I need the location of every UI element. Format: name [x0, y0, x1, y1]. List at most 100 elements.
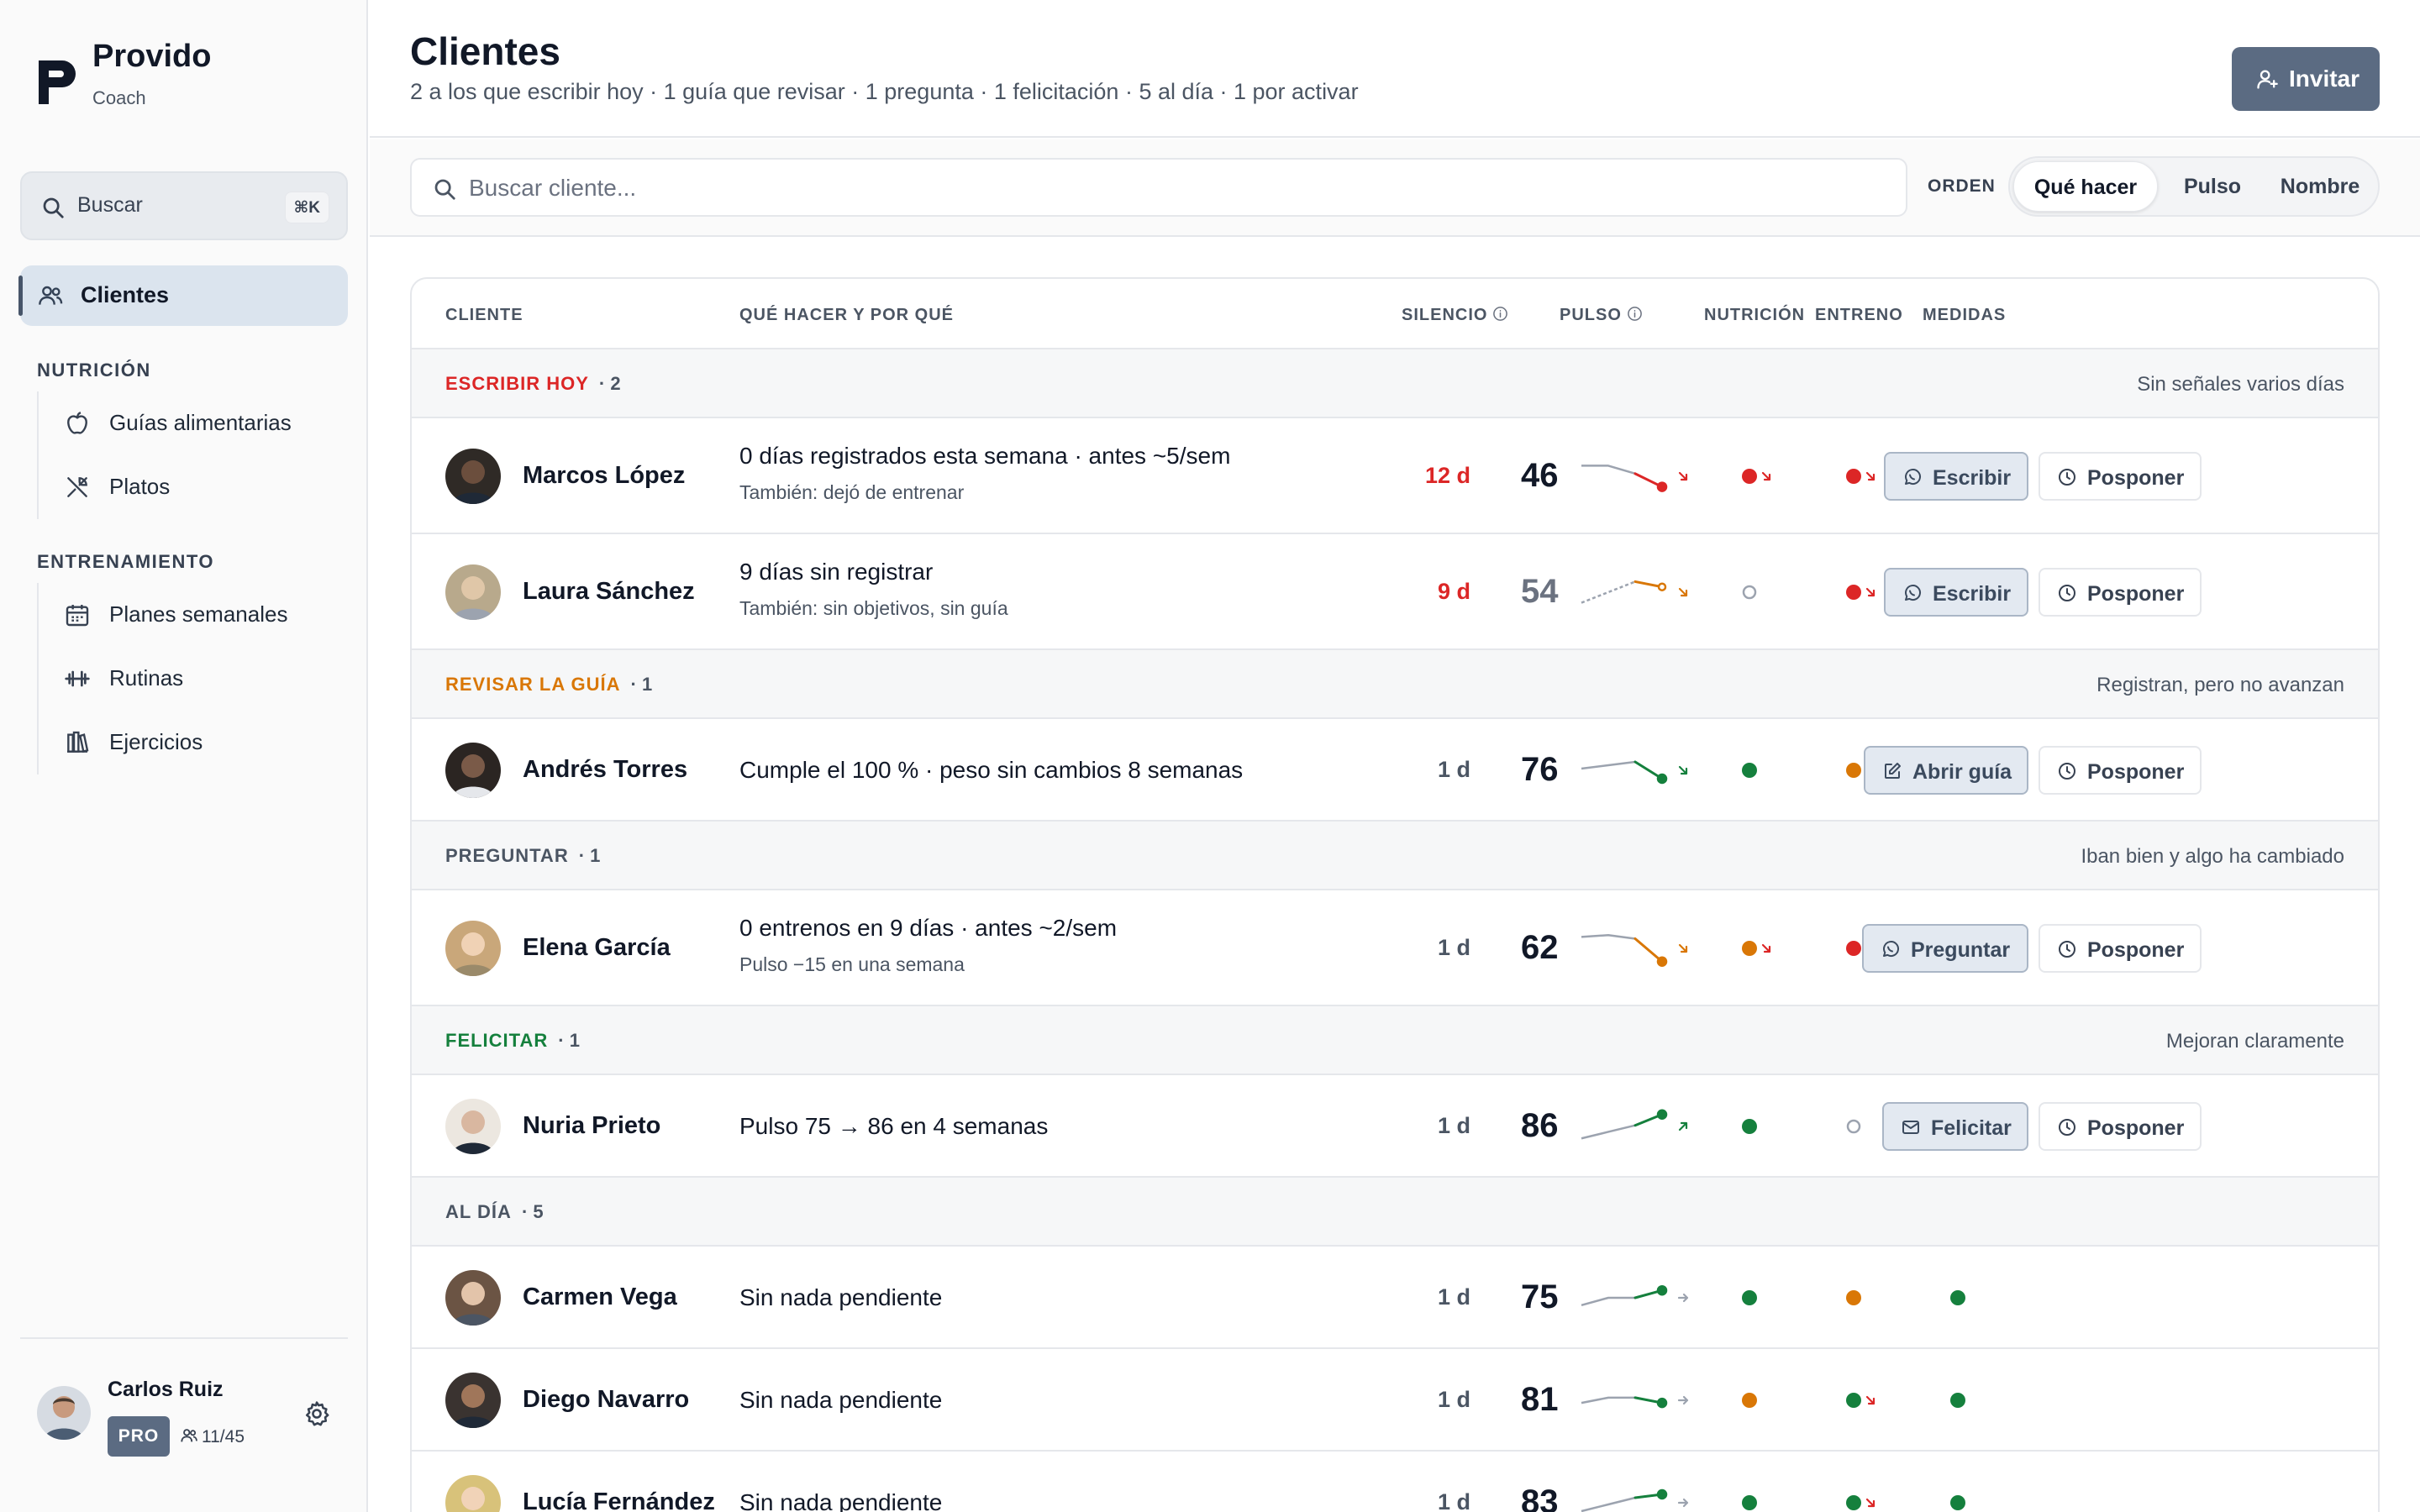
group-note: Mejoran claramente [2165, 1030, 2344, 1053]
action-reason: Pulso 75 → 86 en 4 semanas [739, 1113, 1049, 1139]
utensils-icon [67, 477, 87, 497]
invite-label: Invitar [2289, 66, 2360, 92]
table-row[interactable]: Nuria Prieto Pulso 75 → 86 en 4 semanas 1 … [412, 1075, 2378, 1178]
pulse-trend-sparkline [1581, 580, 1688, 604]
silence-days: 12 d [1424, 463, 1470, 488]
client-avatar[interactable] [445, 921, 501, 976]
user-name: Carlos Ruiz [108, 1378, 224, 1401]
client-avatar[interactable] [445, 1270, 501, 1326]
group-title: REVISAR LA GUÍA [445, 674, 621, 695]
action-reason: Sin nada pendiente [739, 1489, 943, 1512]
group-note: Sin señales varios días [2137, 373, 2344, 396]
pulse-score: 54 [1521, 573, 1559, 610]
info-icon[interactable] [1492, 306, 1508, 322]
group-header: AL DÍA · 5 [412, 1178, 2378, 1247]
sidebar-item-clientes[interactable]: Clientes [18, 265, 348, 326]
client-avatar[interactable] [445, 564, 501, 620]
primary-action-button[interactable]: Escribir [1884, 452, 2028, 501]
pulse-trend-sparkline [1581, 1488, 1689, 1512]
group-note: Iban bien y algo ha cambiado [2081, 845, 2344, 868]
sort-option-que-hacer[interactable]: Qué hacer [2013, 161, 2158, 212]
sort-option-pulso[interactable]: Pulso [2163, 161, 2262, 212]
group-title: FELICITAR [445, 1030, 549, 1051]
silence-days: 1 d [1437, 757, 1470, 782]
calendar-icon [66, 605, 89, 627]
user-avatar[interactable] [37, 1386, 91, 1440]
table-row[interactable]: Laura Sánchez 9 días sin registrar También… [412, 534, 2378, 650]
group-header: ESCRIBIR HOY · 2 Sin señales varios días [412, 349, 2378, 418]
table-row[interactable]: Elena García 0 entrenos en 9 días · antes… [412, 890, 2378, 1006]
sidebar-item-platos[interactable]: Platos [39, 455, 348, 519]
client-name[interactable]: Laura Sánchez [523, 578, 695, 606]
postpone-button[interactable]: Posponer [2039, 452, 2202, 501]
primary-action-button[interactable]: Abrir guía [1864, 746, 2028, 795]
action-reason: Cumple el 100 % · peso sin cambios 8 sem… [739, 757, 1244, 783]
sidebar-item-ejercicios[interactable]: Ejercicios [39, 711, 348, 774]
training-status-icon [1846, 1495, 1876, 1510]
app-name: Provido [92, 39, 212, 74]
client-name[interactable]: Carmen Vega [523, 1284, 677, 1311]
clock-icon [2059, 1119, 2075, 1136]
client-search[interactable] [410, 158, 1907, 217]
trend-arrow-icon [1677, 1293, 1689, 1303]
client-name[interactable]: Lucía Fernández [523, 1488, 715, 1512]
client-name[interactable]: Nuria Prieto [523, 1112, 660, 1140]
sidebar-search-button[interactable]: Buscar ⌘K [20, 171, 348, 240]
info-icon[interactable] [1627, 306, 1643, 322]
client-name[interactable]: Elena García [523, 934, 671, 962]
library-icon [67, 731, 89, 753]
order-label: ORDEN [1928, 176, 1996, 196]
pulse-score: 86 [1521, 1107, 1559, 1144]
postpone-button[interactable]: Posponer [2039, 924, 2202, 973]
col-pulso[interactable]: PULSO [1560, 306, 1643, 325]
sparkline-endpoint [1656, 1284, 1668, 1296]
primary-action-button[interactable]: Preguntar [1862, 924, 2028, 973]
postpone-button[interactable]: Posponer [2039, 746, 2202, 795]
table-row[interactable]: Diego Navarro Sin nada pendiente 1 d 81 [412, 1349, 2378, 1452]
postpone-button[interactable]: Posponer [2039, 1102, 2202, 1151]
primary-action-button[interactable]: Escribir [1884, 568, 2028, 617]
client-avatar[interactable] [445, 1373, 501, 1428]
sidebar-item-rutinas[interactable]: Rutinas [39, 647, 348, 711]
col-cliente: CLIENTE [445, 306, 523, 324]
client-avatar[interactable] [445, 1475, 501, 1512]
group-label: ESCRIBIR HOY · 2 [445, 373, 621, 395]
postpone-button[interactable]: Posponer [2039, 568, 2202, 617]
pulse-score: 81 [1521, 1381, 1559, 1418]
entrenamiento-group: Planes semanales Rutinas Ejercicios [37, 583, 348, 774]
clock-icon [2059, 469, 2075, 486]
sort-option-nombre[interactable]: Nombre [2265, 161, 2375, 212]
group-note: Registran, pero no avanzan [2096, 674, 2344, 696]
client-name[interactable]: Diego Navarro [523, 1386, 689, 1414]
client-avatar[interactable] [445, 743, 501, 798]
training-status-icon [1846, 1290, 1861, 1305]
col-silencio[interactable]: SILENCIO [1402, 306, 1508, 325]
table-row[interactable]: Carmen Vega Sin nada pendiente 1 d 75 [412, 1247, 2378, 1349]
sparkline-path [1581, 465, 1663, 488]
primary-action-button[interactable]: Felicitar [1882, 1102, 2028, 1151]
table-row[interactable]: Andrés Torres Cumple el 100 % · peso sin … [412, 719, 2378, 822]
sidebar-item-guias[interactable]: Guías alimentarias [39, 391, 348, 455]
settings-gear-icon[interactable] [302, 1399, 331, 1428]
sparkline-endpoint [1656, 1397, 1668, 1409]
table-row[interactable]: Marcos López 0 días registrados esta sema… [412, 418, 2378, 534]
postpone-label: Posponer [2087, 760, 2185, 784]
client-avatar[interactable] [445, 449, 501, 504]
col-que-hacer: QUÉ HACER Y POR QUÉ [739, 306, 954, 324]
client-search-input[interactable] [469, 168, 1881, 208]
client-name[interactable]: Andrés Torres [523, 756, 687, 784]
sidebar-item-label: Clientes [81, 282, 170, 307]
table-row[interactable]: Lucía Fernández Sin nada pendiente 1 d 83 [412, 1452, 2378, 1512]
sparkline-endpoint [1656, 956, 1668, 967]
postpone-label: Posponer [2087, 1116, 2185, 1140]
clock-icon [2059, 585, 2075, 601]
postpone-label: Posponer [2087, 466, 2185, 490]
apple-icon [67, 412, 87, 434]
client-avatar[interactable] [445, 1099, 501, 1154]
client-name[interactable]: Marcos López [523, 462, 685, 490]
brand[interactable]: Provido Coach [37, 37, 339, 113]
sidebar-item-label: Guías alimentarias [109, 410, 292, 435]
sidebar-item-planes[interactable]: Planes semanales [39, 583, 348, 647]
invite-button[interactable]: Invitar [2232, 47, 2380, 111]
col-medidas: MEDIDAS [1923, 306, 2007, 324]
